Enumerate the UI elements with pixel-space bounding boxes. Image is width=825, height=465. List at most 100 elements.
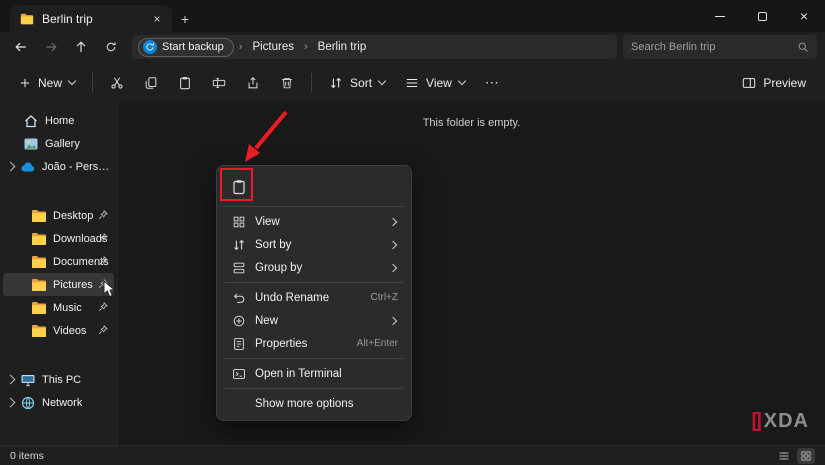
address-bar[interactable]: Start backup › Pictures › Berlin trip xyxy=(132,35,617,59)
toolbar-divider xyxy=(311,73,312,93)
mouse-cursor xyxy=(103,280,117,298)
copy-button[interactable] xyxy=(135,68,167,98)
sidebar-item-gallery[interactable]: Gallery xyxy=(3,132,114,155)
menu-separator xyxy=(225,206,403,207)
cut-button[interactable] xyxy=(101,68,133,98)
preview-button[interactable]: Preview xyxy=(733,68,815,98)
explorer-tab[interactable]: Berlin trip × xyxy=(10,5,172,32)
shortcut-label: Alt+Enter xyxy=(357,338,398,349)
menu-item-undo-rename[interactable]: Undo Rename Ctrl+Z xyxy=(222,286,406,309)
pin-icon xyxy=(97,301,109,313)
chevron-expand-icon[interactable] xyxy=(6,398,16,408)
menu-item-open-in-terminal[interactable]: Open in Terminal xyxy=(222,362,406,385)
shortcut-label: Ctrl+Z xyxy=(371,292,399,303)
start-backup-label: Start backup xyxy=(162,41,224,53)
plus-icon xyxy=(19,77,31,89)
annotation-arrow xyxy=(232,104,302,170)
menu-item-group-by[interactable]: Group by xyxy=(222,256,406,279)
pc-icon xyxy=(20,372,36,388)
xda-watermark-text: XDA xyxy=(764,410,809,433)
maximize-button[interactable] xyxy=(741,0,783,32)
sidebar-item-network[interactable]: Network xyxy=(3,391,114,414)
new-button[interactable]: New xyxy=(10,68,84,98)
menu-item-new[interactable]: New xyxy=(222,309,406,332)
refresh-button[interactable] xyxy=(96,34,126,60)
folder-icon xyxy=(31,323,47,339)
chevron-expand-icon[interactable] xyxy=(6,375,16,385)
network-icon xyxy=(20,395,36,411)
menu-item-properties[interactable]: Properties Alt+Enter xyxy=(222,332,406,355)
menu-item-view[interactable]: View xyxy=(222,210,406,233)
new-tab-button[interactable]: + xyxy=(172,5,198,32)
forward-button[interactable] xyxy=(36,34,66,60)
grid-view-icon xyxy=(231,215,246,229)
chevron-down-icon xyxy=(68,76,76,84)
back-button[interactable] xyxy=(6,34,36,60)
minimize-button[interactable] xyxy=(699,0,741,32)
chevron-right-icon xyxy=(389,240,397,248)
more-options-button[interactable]: ⋯ xyxy=(476,68,508,98)
folder-content-area[interactable]: This folder is empty. View Sort by xyxy=(118,103,825,445)
share-button[interactable] xyxy=(237,68,269,98)
chevron-right-icon xyxy=(389,316,397,324)
pin-icon xyxy=(97,209,109,221)
window-body: Home Gallery João - Personal Desktop Dow… xyxy=(0,103,825,445)
tab-title: Berlin trip xyxy=(42,12,140,26)
onedrive-icon xyxy=(20,159,36,175)
sidebar-item-pictures[interactable]: Pictures xyxy=(3,273,114,296)
menu-item-sort-by[interactable]: Sort by xyxy=(222,233,406,256)
folder-icon xyxy=(31,254,47,270)
up-button[interactable] xyxy=(66,34,96,60)
sidebar-item-documents[interactable]: Documents xyxy=(3,250,114,273)
details-view-toggle[interactable] xyxy=(775,448,793,464)
sidebar-item-this-pc[interactable]: This PC xyxy=(3,368,114,391)
sidebar-item-music[interactable]: Music xyxy=(3,296,114,319)
rename-button[interactable] xyxy=(203,68,235,98)
maximize-icon xyxy=(758,12,767,21)
command-toolbar: New Sort View ⋯ Preview xyxy=(0,62,825,103)
cut-icon xyxy=(110,76,124,90)
arrow-right-icon xyxy=(44,40,58,54)
chevron-expand-icon[interactable] xyxy=(6,162,16,172)
thumbnail-view-toggle[interactable] xyxy=(797,448,815,464)
sort-icon xyxy=(231,238,246,252)
paste-toolbar-button[interactable] xyxy=(169,68,201,98)
grid-view-icon xyxy=(800,450,812,462)
start-backup-button[interactable]: Start backup xyxy=(138,38,234,57)
pin-icon xyxy=(97,324,109,336)
tab-close-icon[interactable]: × xyxy=(148,10,166,28)
xda-logo-bracket-icon: [] xyxy=(751,410,758,433)
annotation-highlight-box xyxy=(220,168,253,201)
xda-watermark: [] XDA xyxy=(751,410,809,433)
onedrive-sync-icon xyxy=(143,40,157,54)
sidebar-item-onedrive-personal[interactable]: João - Personal xyxy=(3,155,114,178)
search-icon xyxy=(797,41,809,53)
file-explorer-window: Berlin trip × + × Start backup › Picture… xyxy=(0,0,825,465)
arrow-left-icon xyxy=(14,40,28,54)
folder-icon xyxy=(31,208,47,224)
preview-button-label: Preview xyxy=(763,76,806,90)
folder-icon xyxy=(31,231,47,247)
close-button[interactable]: × xyxy=(783,0,825,32)
refresh-icon xyxy=(105,41,117,53)
sidebar-item-home[interactable]: Home xyxy=(3,109,114,132)
sidebar-item-desktop[interactable]: Desktop xyxy=(3,204,114,227)
pin-icon xyxy=(97,255,109,267)
layout-toggles xyxy=(775,448,815,464)
sort-icon xyxy=(329,76,343,90)
sidebar-item-downloads[interactable]: Downloads xyxy=(3,227,114,250)
breadcrumb-pictures[interactable]: Pictures xyxy=(247,39,299,55)
search-box[interactable] xyxy=(623,35,817,59)
delete-button[interactable] xyxy=(271,68,303,98)
sidebar-item-videos[interactable]: Videos xyxy=(3,319,114,342)
search-input[interactable] xyxy=(631,41,797,53)
menu-item-show-more-options[interactable]: Show more options xyxy=(222,392,406,415)
pin-icon xyxy=(97,232,109,244)
paste-icon xyxy=(178,76,192,90)
sort-button[interactable]: Sort xyxy=(320,68,394,98)
breadcrumb-berlin-trip[interactable]: Berlin trip xyxy=(313,39,372,55)
trash-icon xyxy=(280,76,294,90)
gallery-icon xyxy=(23,136,39,152)
preview-pane-icon xyxy=(742,76,756,90)
view-button[interactable]: View xyxy=(396,68,474,98)
